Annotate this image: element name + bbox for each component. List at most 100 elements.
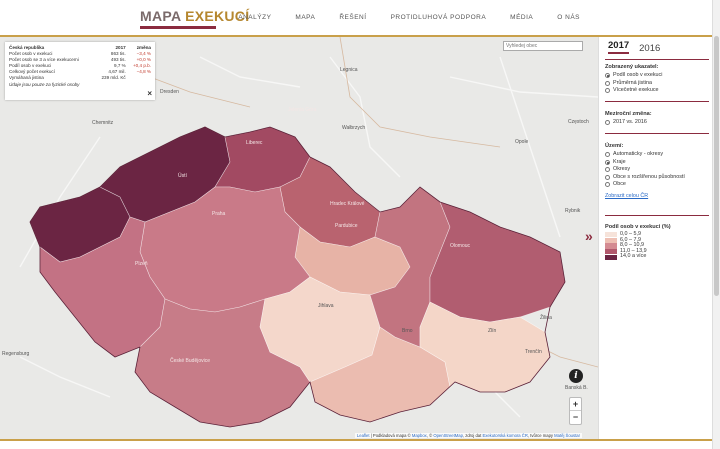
radio-checked-icon[interactable]	[605, 159, 610, 165]
label-banska-bystrica: Banská B.	[565, 385, 588, 391]
legend-swatch	[605, 243, 617, 249]
option-label: Okresy	[613, 166, 631, 172]
nav-mapa[interactable]: MAPA	[295, 14, 315, 21]
label-czestochowa: Częstoch	[568, 119, 589, 125]
legend-swatch	[605, 248, 617, 255]
site-header: MAPA EXEKUCÍ ANALÝZY MAPA ŘEŠENÍ PROTIDL…	[0, 0, 720, 36]
yoy-section: Meziroční změna: 2017 vs. 2016	[605, 111, 709, 127]
leaflet-link[interactable]: Leaflet	[357, 433, 370, 438]
legend-swatch	[605, 232, 617, 238]
territory-title: Území:	[605, 143, 624, 149]
indicator-option[interactable]: Průměrná jistina	[605, 80, 709, 88]
zoom-in-button[interactable]: +	[570, 398, 581, 411]
scrollbar-thumb[interactable]	[714, 36, 719, 296]
label-chemnitz: Chemnitz	[92, 120, 114, 126]
radio-icon[interactable]	[605, 167, 610, 173]
label-walbrzych: Wałbrzych	[342, 125, 365, 131]
label-rybnik: Rybnik	[565, 208, 581, 214]
logo-underline	[140, 26, 216, 29]
infobox-row-value: 239 mld. Kč	[101, 75, 126, 80]
map-attribution: Leaflet | Podkladová mapa © Mapbox, © Op…	[354, 433, 582, 438]
radio-icon[interactable]	[605, 120, 610, 126]
zoom-out-button[interactable]: −	[570, 411, 581, 424]
map-area[interactable]: Legnica Jelenia Góra Wałbrzych Opole Czę…	[0, 37, 598, 439]
label-dresden: Dresden	[160, 89, 179, 95]
summary-infobox: Česká republika 2017 změna Počet osob v …	[5, 42, 155, 100]
label-trencin: Trenčín	[525, 349, 542, 355]
attribution-text: , tvůrce mapy	[527, 433, 555, 438]
infobox-row-change	[129, 75, 151, 81]
radio-icon[interactable]	[605, 152, 610, 158]
footer-divider	[0, 439, 720, 441]
label-pardubice: Pardubice	[335, 223, 358, 229]
legend-label: 14,0 a více	[620, 253, 647, 260]
radio-icon[interactable]	[605, 182, 610, 188]
territory-section: Území: Automaticky - okresy Kraje Okresy…	[605, 143, 709, 199]
nav-reseni[interactable]: ŘEŠENÍ	[339, 14, 366, 21]
legend-swatch	[605, 254, 617, 260]
option-label: Obce	[613, 181, 626, 187]
territory-option[interactable]: Kraje	[605, 159, 709, 167]
label-brno: Brno	[402, 328, 413, 334]
summary-table: Česká republika 2017 změna Počet osob v …	[9, 45, 151, 81]
year-tabs: 2017 2016	[608, 40, 670, 54]
label-zilina: Žilina	[540, 313, 552, 321]
radio-icon[interactable]	[605, 88, 610, 94]
indicator-option[interactable]: Vícečetné exekuce	[605, 87, 709, 95]
radio-checked-icon[interactable]	[605, 73, 610, 79]
sidebar-divider	[605, 59, 709, 60]
label-jihlava: Jihlava	[318, 303, 334, 309]
option-label: Automaticky - okresy	[613, 151, 664, 157]
author-link[interactable]: Matěj Šoustar	[554, 433, 580, 438]
label-olomouc: Olomouc	[450, 243, 471, 249]
page-scrollbar[interactable]	[712, 0, 720, 449]
nav-o-nas[interactable]: O NÁS	[557, 14, 580, 21]
logo-part1: MAPA	[140, 8, 181, 24]
territory-option[interactable]: Automaticky - okresy	[605, 151, 709, 159]
option-label: 2017 vs. 2016	[613, 119, 647, 125]
collapse-sidebar-icon[interactable]: »	[585, 229, 593, 243]
legend-item: 14,0 a více	[605, 254, 709, 260]
label-regensburg: Regensburg	[2, 351, 29, 357]
label-ceske-budejovice: České Budějovice	[170, 357, 210, 364]
close-icon[interactable]: ×	[147, 89, 152, 98]
option-label: Vícečetné exekuce	[613, 87, 659, 93]
legend-rows: 0,0 – 5,9 6,0 – 7,9 8,0 – 10,9 11,0 – 13,9 1…	[605, 231, 709, 260]
option-label: Podíl osob v exekuci	[613, 72, 663, 78]
indicator-section: Zobrazený ukazatel: Podíl osob v exekuci…	[605, 64, 709, 95]
show-all-link[interactable]: Zobrazit celou ČR	[605, 193, 709, 199]
indicator-option[interactable]: Podíl osob v exekuci	[605, 72, 709, 80]
main-nav: ANALÝZY MAPA ŘEŠENÍ PROTIDLUHOVÁ PODPORA…	[214, 14, 580, 21]
year-tab-2016[interactable]: 2016	[639, 43, 660, 54]
nav-analyzy[interactable]: ANALÝZY	[238, 14, 271, 21]
yoy-option[interactable]: 2017 vs. 2016	[605, 119, 709, 127]
label-jelenia-gora: Jelenia Góra	[288, 107, 317, 113]
control-sidebar: 2017 2016 Zobrazený ukazatel: Podíl osob…	[598, 37, 712, 439]
nav-media[interactable]: MÉDIA	[510, 14, 533, 21]
radio-icon[interactable]	[605, 174, 610, 180]
exekutorska-komora-link[interactable]: Exekutorská komora ČR	[482, 433, 527, 438]
indicator-title: Zobrazený ukazatel:	[605, 64, 659, 70]
territory-option[interactable]: Obce	[605, 181, 709, 189]
osm-link[interactable]: OpenStreetMap	[433, 433, 463, 438]
territory-option[interactable]: Okresy	[605, 166, 709, 174]
attribution-text: , zdroj dat	[462, 433, 483, 438]
nav-protidluhova-podpora[interactable]: PROTIDLUHOVÁ PODPORA	[391, 14, 487, 21]
option-label: Kraje	[613, 158, 626, 165]
legend: Podíl osob v exekuci (%) 0,0 – 5,9 6,0 – …	[605, 224, 709, 260]
mapbox-link[interactable]: Mapbox	[412, 433, 427, 438]
attribution-text: | Podkladová mapa ©	[369, 433, 412, 438]
sidebar-divider	[605, 215, 709, 216]
search-input[interactable]	[503, 41, 583, 51]
year-tab-2017[interactable]: 2017	[608, 40, 630, 54]
radio-icon[interactable]	[605, 80, 610, 86]
yoy-title: Meziroční změna:	[605, 111, 652, 117]
label-opole: Opole	[515, 139, 529, 145]
label-plzen: Plzeň	[135, 261, 148, 267]
legend-swatch	[605, 237, 617, 244]
label-praha: Praha	[212, 211, 226, 217]
option-label: Obce s rozšířenou působností	[613, 173, 685, 180]
sidebar-divider	[605, 133, 709, 134]
info-icon[interactable]: i	[569, 369, 583, 383]
territory-option[interactable]: Obce s rozšířenou působností	[605, 174, 709, 182]
